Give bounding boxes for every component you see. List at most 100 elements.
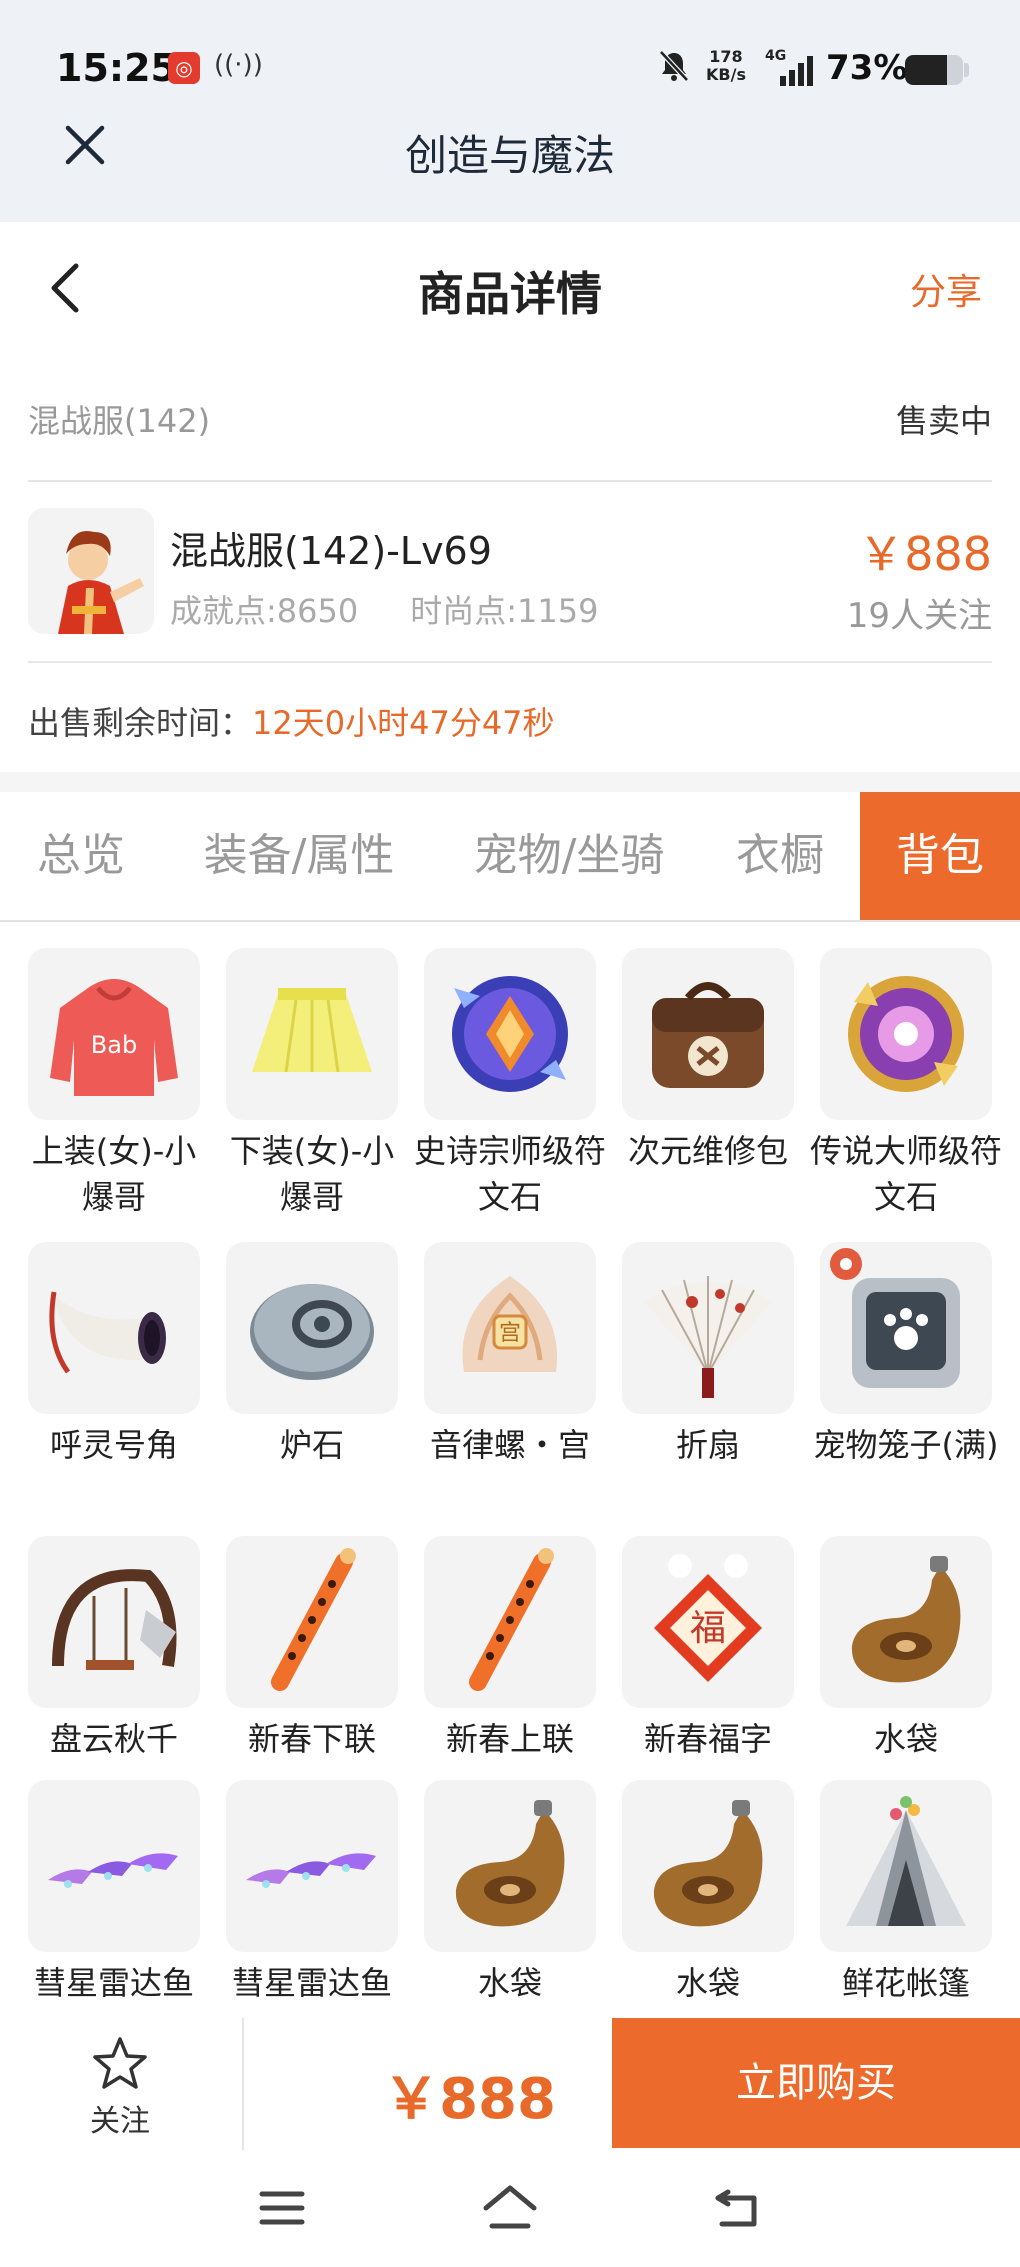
tab-3[interactable]: 衣橱 (710, 792, 850, 920)
status-time: 15:25 (56, 46, 177, 90)
water-bag-icon (653, 1800, 763, 1927)
system-navigation-bar (0, 2150, 1020, 2267)
character-avatar (28, 508, 154, 634)
detail-tabs: 总览 装备/属性 宠物/坐骑 衣橱 背包 (0, 792, 1020, 922)
network-speed-value: 178 (709, 47, 743, 66)
comet-fish-icon (48, 1853, 178, 1888)
backpack-grid: Bab 上装(女)-小爆哥 下装(女)-小爆哥 史诗宗师级符文石 次元维修包 传说大师级符… (0, 922, 1020, 2018)
item-thumbnail (226, 1242, 398, 1414)
item-name: 史诗宗师级符文石 (414, 1132, 607, 1216)
couplet-icon (469, 1548, 554, 1691)
item-thumbnail (820, 948, 992, 1120)
menu-icon[interactable] (252, 2178, 312, 2238)
item-name: 新春福字 (643, 1720, 772, 1758)
follow-button[interactable]: 关注 (60, 2034, 180, 2144)
server-row: 混战服(142) 售卖中 (28, 392, 992, 442)
svg-text:福: 福 (690, 1608, 726, 1649)
remaining-time: 出售剩余时间：12天0小时47分47秒 (28, 698, 555, 744)
fu-character-icon: 福 (654, 1554, 762, 1682)
divider (242, 2018, 244, 2150)
product-price: ￥888 (858, 527, 992, 581)
water-bag-icon (455, 1800, 565, 1927)
star-icon (93, 2037, 147, 2089)
item-name: 鲜花帐篷 (841, 1964, 970, 2002)
item-name: 彗星雷达鱼 (231, 1964, 392, 2002)
item-thumbnail (28, 1780, 200, 1952)
battery-tip (964, 63, 969, 77)
conch-icon: 宫 (462, 1276, 558, 1372)
folding-fan-icon (644, 1276, 772, 1398)
comet-fish-icon (246, 1853, 376, 1888)
item-name: 水袋 (675, 1964, 740, 2002)
item-thumbnail (820, 1536, 992, 1708)
item-thumbnail (622, 1242, 794, 1414)
battery-icon (905, 55, 963, 85)
couplet-icon (271, 1548, 356, 1691)
back-nav-icon[interactable] (708, 2178, 768, 2238)
item-thumbnail (424, 1780, 596, 1952)
epic-rune-stone-icon (452, 976, 568, 1092)
item-name: 上装(女)-小爆哥 (31, 1132, 197, 1216)
item-name: 彗星雷达鱼 (33, 1964, 194, 2002)
item-name: 盘云秋千 (49, 1720, 178, 1758)
item-thumbnail (28, 1242, 200, 1414)
item-name: 音律螺・宫 (429, 1426, 590, 1464)
item-thumbnail: 宫 (424, 1242, 596, 1414)
network-speed-unit: KB/s (706, 65, 746, 84)
item-thumbnail (226, 1780, 398, 1952)
mute-bell-icon (659, 50, 689, 82)
item-thumbnail (424, 1536, 596, 1708)
home-icon[interactable] (480, 2178, 540, 2238)
app-header: 15:25 ◎ ((·)) 178 KB/s 4G 73% 创造与魔法 (0, 0, 1020, 222)
item-thumbnail (28, 1536, 200, 1708)
flower-tent-icon (846, 1796, 966, 1926)
battery-level (905, 55, 947, 85)
server-label: 混战服(142) (28, 402, 211, 440)
share-button[interactable]: 分享 (910, 263, 982, 315)
tab-0[interactable]: 总览 (0, 792, 162, 920)
item-thumbnail (226, 948, 398, 1120)
tab-1[interactable]: 装备/属性 (168, 792, 430, 920)
item-thumbnail: 福 (622, 1536, 794, 1708)
pet-cage-icon (830, 1248, 960, 1388)
character-avatar-image (28, 508, 154, 634)
status-bar: 15:25 ◎ ((·)) 178 KB/s 4G 73% (0, 0, 1020, 140)
item-name: 炉石 (279, 1426, 344, 1464)
item-name: 折扇 (675, 1426, 740, 1464)
item-name: 新春下联 (247, 1720, 376, 1758)
achievement-points: 成就点:8650 (170, 592, 359, 630)
follower-count: 19人关注 (846, 596, 992, 636)
page-title: 商品详情 (418, 267, 602, 321)
app-title: 创造与魔法 (404, 131, 615, 180)
water-bag-icon (851, 1556, 961, 1683)
item-thumbnail (622, 948, 794, 1120)
item-thumbnail (226, 1536, 398, 1708)
item-name: 传说大师级符文石 (810, 1132, 1003, 1216)
swing-icon (52, 1569, 177, 1670)
item-name: 呼灵号角 (49, 1426, 178, 1464)
follow-label: 关注 (90, 2104, 150, 2139)
item-name: 水袋 (477, 1964, 542, 2002)
battery-percent: 73% (826, 48, 908, 88)
buy-now-button[interactable]: 立即购买 (612, 2018, 1020, 2148)
divider (28, 661, 992, 663)
yellow-skirt-icon (252, 988, 372, 1073)
horn-icon (49, 1291, 166, 1374)
item-thumbnail (424, 948, 596, 1120)
item-name: 新春上联 (445, 1720, 574, 1758)
item-name: 宠物笼子(满) (813, 1426, 999, 1464)
character-stats: 成就点:8650 时尚点:1159 (170, 586, 650, 632)
svg-text:Bab: Bab (91, 1031, 137, 1059)
legend-rune-stone-icon (848, 976, 964, 1092)
item-thumbnail (820, 1242, 992, 1414)
section-gap (0, 772, 1020, 792)
network-speed: 178 KB/s (706, 48, 746, 84)
bottom-action-bar: 关注 ￥888 立即购买 (0, 2018, 1020, 2150)
remaining-time-label: 出售剩余时间： (28, 704, 253, 742)
hearthstone-icon (250, 1284, 374, 1380)
remaining-time-value: 12天0小时47分47秒 (252, 704, 555, 742)
tab-2[interactable]: 宠物/坐骑 (438, 792, 700, 920)
item-thumbnail (820, 1780, 992, 1952)
hotspot-icon: ((·)) (214, 50, 263, 80)
tab-4[interactable]: 背包 (860, 792, 1020, 920)
